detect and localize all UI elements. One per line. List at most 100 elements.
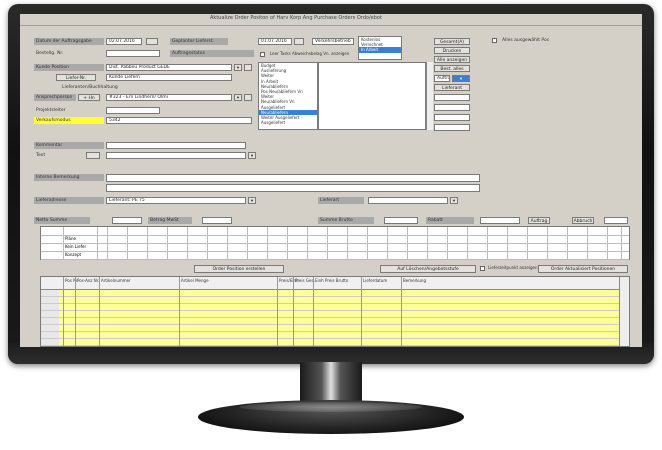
status-field[interactable]: Auftrag xyxy=(434,75,450,82)
delivery-type-dropdown[interactable]: ▾ xyxy=(450,197,458,204)
contact-field[interactable]: #323 - Ern Lindhern/ Olmi xyxy=(106,94,232,101)
vat-field[interactable] xyxy=(202,217,232,224)
disc-field[interactable] xyxy=(480,217,520,224)
complete-button[interactable]: Gesamt(A) xyxy=(434,38,470,45)
table-row[interactable] xyxy=(59,297,619,304)
internal-field-1[interactable] xyxy=(106,174,480,182)
total-field[interactable] xyxy=(384,217,418,224)
vat-label: Betrag MwSt xyxy=(148,217,192,224)
positions-row-header[interactable] xyxy=(41,297,59,304)
customer-lookup-button[interactable] xyxy=(244,64,252,71)
grid-column-divider xyxy=(167,227,168,259)
send-button[interactable]: Auftrag xyxy=(528,217,550,224)
extra-button[interactable]: Best. alles xyxy=(434,65,470,72)
order-update-button[interactable]: Order Aktualisiert Positionen xyxy=(538,265,628,273)
project-manager-field[interactable] xyxy=(106,107,160,114)
select-all-checkbox[interactable] xyxy=(492,38,497,43)
positions-grid-column-header[interactable]: Einh Preis Brutto xyxy=(315,278,348,283)
status-dropdown[interactable]: ▾ xyxy=(452,75,470,82)
text-dropdown[interactable]: ▾ xyxy=(248,152,256,159)
show-weeks-checkbox[interactable] xyxy=(260,52,265,57)
reference-field[interactable] xyxy=(106,50,160,57)
show-time-checkbox[interactable] xyxy=(480,266,485,271)
grid-column-divider xyxy=(427,227,428,259)
notes-field[interactable] xyxy=(106,142,246,149)
grid-row-label-3: Konzept xyxy=(65,252,82,257)
total-label: Summe Brutto xyxy=(318,217,374,224)
table-row[interactable] xyxy=(59,332,619,339)
text-button[interactable] xyxy=(86,152,100,159)
contact-add-button[interactable]: + Hn xyxy=(78,94,100,101)
positions-row-header[interactable] xyxy=(41,339,59,346)
right-field-4[interactable] xyxy=(434,124,470,131)
grid-column-divider xyxy=(347,227,348,259)
net-field[interactable] xyxy=(112,217,142,224)
table-row[interactable] xyxy=(59,339,619,346)
positions-grid-column-header[interactable]: Pos-Anz Nr. xyxy=(77,278,99,283)
right-field-3[interactable] xyxy=(434,114,470,121)
supplier-dropdown[interactable]: ▾ xyxy=(248,197,256,204)
project-field[interactable]: 5342 xyxy=(106,117,252,124)
status-listbox[interactable]: Kostenlos Verrechnet In Arbeit xyxy=(358,36,402,60)
delivery-type-field[interactable] xyxy=(368,197,448,204)
delivery-button[interactable]: Liefer-Nr. xyxy=(56,74,96,81)
positions-row-header[interactable] xyxy=(41,311,59,318)
right-field-2[interactable] xyxy=(434,104,470,111)
table-row[interactable] xyxy=(59,318,619,325)
status-list-item[interactable]: In Arbeit xyxy=(359,47,401,53)
overview-button[interactable]: Alle anzeigen xyxy=(434,56,470,63)
grid-column-divider xyxy=(247,227,248,259)
positions-grid-column-header[interactable]: Artikel Menge xyxy=(181,278,209,283)
positions-grid-scrollbar[interactable] xyxy=(619,277,629,346)
schedule-grid[interactable]: Pläne Kein Liefer Konzept xyxy=(40,226,630,260)
contact-label: Ansprechperson xyxy=(34,94,76,101)
app-window: Aktualize Order Positon of Harv Korp Ang… xyxy=(20,14,642,347)
cancel-button[interactable]: Abbruch xyxy=(572,217,594,224)
add-position-button[interactable]: Auf Löschen/Angebotsstufe xyxy=(380,265,476,273)
order-position-button[interactable]: Order Position erstellen xyxy=(194,265,284,273)
positions-row-header[interactable] xyxy=(41,332,59,339)
code-detail-box xyxy=(318,62,426,130)
table-row[interactable] xyxy=(59,311,619,318)
order-date-field[interactable]: 02.07.2016 xyxy=(106,38,142,45)
positions-grid-column-header[interactable]: Lieferdatum xyxy=(363,278,387,283)
positions-row-header[interactable] xyxy=(41,304,59,311)
grid-column-divider xyxy=(567,227,568,259)
print-button[interactable]: Drucken xyxy=(434,47,470,54)
code-list-item[interactable]: Ausgeliefert xyxy=(259,120,317,125)
table-row[interactable] xyxy=(59,304,619,311)
show-time-label: Lieferzeitpunkt anzeigen xyxy=(488,265,538,270)
positions-grid[interactable]: Pos Nr. Pos-Anz Nr. Artikelnummer Artikel M… xyxy=(40,276,630,347)
planned-date-field[interactable]: 01.07.2016 xyxy=(258,38,292,45)
grid-column-divider xyxy=(287,227,288,259)
grid-column-divider xyxy=(147,227,148,259)
contact-lookup-button[interactable] xyxy=(244,94,252,101)
positions-grid-column-header[interactable]: Bemerkung xyxy=(403,278,426,283)
order-type-field[interactable]: Verkehrsbetrieb xyxy=(312,38,354,45)
positions-row-header[interactable] xyxy=(41,318,59,325)
code-list-scrollbar[interactable] xyxy=(426,62,433,130)
internal-field-2[interactable] xyxy=(106,184,480,192)
customer-dropdown[interactable]: ▾ xyxy=(234,64,242,71)
grid-column-divider xyxy=(127,227,128,259)
table-row[interactable] xyxy=(59,325,619,332)
code-listbox[interactable]: Budget Auslieferung Weiter In Arbeit Neu/abl… xyxy=(258,62,318,130)
positions-row-header[interactable] xyxy=(41,325,59,332)
delivery-field[interactable]: Kunde Liefern xyxy=(106,74,232,81)
right-field-1[interactable] xyxy=(434,94,470,101)
notes-label: Kommentar xyxy=(34,142,104,149)
positions-grid-column-divider xyxy=(293,277,294,346)
positions-grid-column-divider xyxy=(75,277,76,346)
positions-row-header[interactable] xyxy=(41,290,59,297)
lieferer-button[interactable]: Lieferant xyxy=(434,84,470,91)
contact-dropdown[interactable]: ▾ xyxy=(234,94,242,101)
supplier-field[interactable]: Lieferant: PE 75 xyxy=(106,197,246,204)
table-row[interactable] xyxy=(59,290,619,297)
planned-calendar-button[interactable] xyxy=(294,38,304,45)
calendar-button[interactable] xyxy=(146,38,158,45)
text-field[interactable] xyxy=(106,152,246,159)
customer-field[interactable]: Dist. Pabbeu Product GEDE xyxy=(106,64,232,71)
positions-grid-column-header[interactable]: Artikelnummer xyxy=(101,278,131,283)
ship-field[interactable] xyxy=(604,217,628,224)
positions-grid-column-header[interactable]: Preis Ges. xyxy=(295,278,315,283)
